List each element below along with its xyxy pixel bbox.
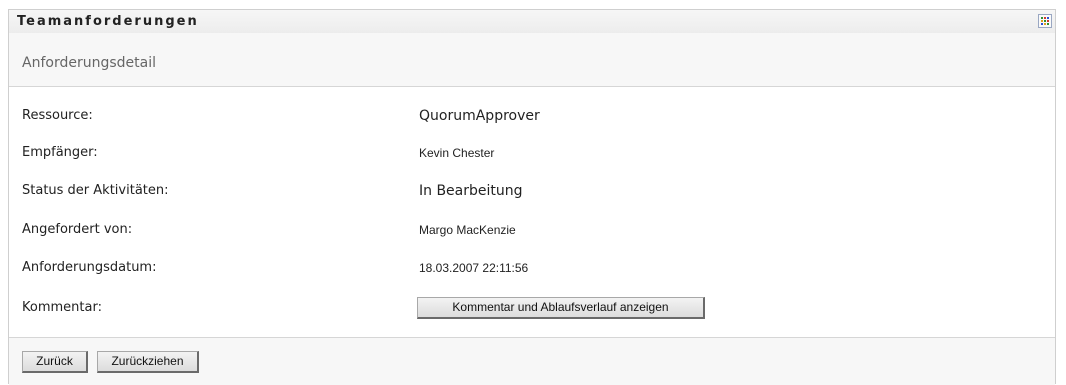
grid-dot xyxy=(1047,23,1049,25)
panel-titlebar: Teamanforderungen xyxy=(9,9,1055,35)
show-comment-history-button[interactable]: Kommentar und Ablaufsverlauf anzeigen xyxy=(417,297,705,319)
grid-dot xyxy=(1044,20,1046,22)
detail-row-comment: Kommentar: Kommentar und Ablaufsverlauf … xyxy=(9,297,1055,320)
grid-dot xyxy=(1044,23,1046,25)
section-title: Anforderungsdetail xyxy=(22,55,156,71)
action-footer: Zurück Zurückziehen xyxy=(9,337,1055,385)
back-button[interactable]: Zurück xyxy=(22,351,88,373)
grid-dot xyxy=(1044,17,1046,19)
requested-by-value: Margo MacKenzie xyxy=(419,223,516,237)
withdraw-button[interactable]: Zurückziehen xyxy=(97,351,199,373)
recipient-label: Empfänger: xyxy=(22,145,98,160)
request-date-value: 18.03.2007 22:11:56 xyxy=(419,261,529,275)
grid-icon[interactable] xyxy=(1038,14,1052,28)
team-requests-panel: Teamanforderungen Anforderungsdetail Res… xyxy=(8,9,1056,385)
resource-label: Ressource: xyxy=(22,108,93,123)
panel-title: Teamanforderungen xyxy=(17,14,199,29)
resource-value: QuorumApprover xyxy=(419,108,540,124)
grid-dot xyxy=(1041,17,1043,19)
detail-row-status: Status der Aktivitäten: In Bearbeitung xyxy=(9,183,1055,203)
status-value: In Bearbeitung xyxy=(419,183,523,199)
detail-row-request-date: Anforderungsdatum: 18.03.2007 22:11:56 xyxy=(9,260,1055,280)
grid-dot xyxy=(1041,23,1043,25)
recipient-value: Kevin Chester xyxy=(419,146,495,160)
section-header: Anforderungsdetail xyxy=(9,33,1055,87)
grid-dot xyxy=(1047,20,1049,22)
detail-row-resource: Ressource: QuorumApprover xyxy=(9,108,1055,128)
grid-dot xyxy=(1047,17,1049,19)
detail-row-recipient: Empfänger: Kevin Chester xyxy=(9,145,1055,165)
requested-by-label: Angefordert von: xyxy=(22,222,133,237)
request-date-label: Anforderungsdatum: xyxy=(22,260,157,275)
status-label: Status der Aktivitäten: xyxy=(22,183,169,198)
grid-dot xyxy=(1041,20,1043,22)
detail-row-requested-by: Angefordert von: Margo MacKenzie xyxy=(9,222,1055,242)
comment-label: Kommentar: xyxy=(22,300,102,315)
